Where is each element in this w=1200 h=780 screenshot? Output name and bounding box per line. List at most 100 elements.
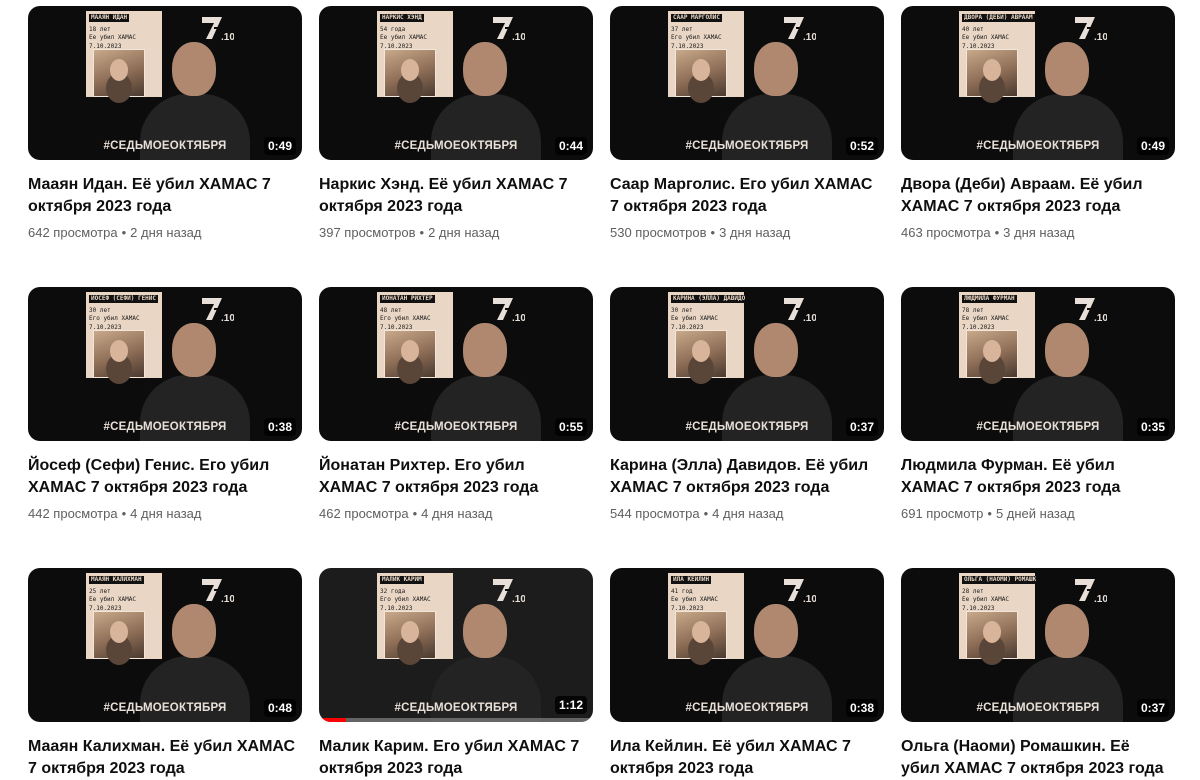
video-card[interactable]: СААР МАРГОЛИС 37 лет Его убил ХАМАС 7.10…	[610, 6, 884, 242]
svg-text:.10: .10	[221, 594, 234, 604]
upload-age: 2 дня назад	[130, 225, 202, 240]
victim-name: ИЛА КЕЙЛИН	[671, 576, 712, 585]
video-thumbnail[interactable]: ЙОНАТАН РИХТЕР 48 лет Его убил ХАМАС 7.1…	[319, 287, 593, 441]
video-card[interactable]: ИЛА КЕЙЛИН 41 год Ее убил ХАМАС 7.10.202…	[610, 568, 884, 780]
victim-photo	[93, 49, 145, 97]
victim-age: 25 лет	[89, 587, 111, 595]
view-count: 462 просмотра	[319, 506, 409, 521]
victim-photo	[675, 330, 727, 378]
victim-photo	[384, 330, 436, 378]
video-title[interactable]: Саар Марголис. Его убил ХАМАС 7 октября …	[610, 174, 878, 218]
meta-separator: •	[987, 506, 992, 521]
channel-logo-icon: .10	[493, 579, 525, 604]
watch-progress-bar	[319, 718, 593, 722]
duration-badge: 0:52	[845, 137, 878, 155]
video-thumbnail[interactable]: ОЛЬГА (НАОМИ) РОМАШКИН 28 лет Ее убил ХА…	[901, 568, 1175, 722]
duration-badge: 0:38	[845, 699, 878, 717]
upload-age: 3 дня назад	[1003, 225, 1075, 240]
victim-age: 30 лет	[671, 306, 693, 314]
video-meta: 642 просмотра • 2 дня назад	[28, 224, 302, 242]
svg-text:.10: .10	[512, 32, 525, 42]
victim-age: 28 лет	[962, 587, 984, 595]
video-title[interactable]: Йонатан Рихтер. Его убил ХАМАС 7 октября…	[319, 455, 587, 499]
video-title[interactable]: Ила Кейлин. Её убил ХАМАС 7 октября 2023…	[610, 736, 878, 780]
video-meta: 544 просмотра • 4 дня назад	[610, 505, 884, 523]
upload-age: 4 дня назад	[130, 506, 202, 521]
video-thumbnail[interactable]: ИЛА КЕЙЛИН 41 год Ее убил ХАМАС 7.10.202…	[610, 568, 884, 722]
video-card[interactable]: МАЛИК КАРИМ 32 года Его убил ХАМАС 7.10.…	[319, 568, 593, 780]
hashtag-overlay: #СЕДЬМОЕОКТЯБРЯ	[976, 421, 1100, 433]
channel-logo-icon: .10	[784, 298, 816, 323]
hashtag-overlay: #СЕДЬМОЕОКТЯБРЯ	[394, 140, 518, 152]
victim-age: 48 лет	[380, 306, 402, 314]
video-title[interactable]: Мааян Идан. Её убил ХАМАС 7 октября 2023…	[28, 174, 296, 218]
video-title[interactable]: Малик Карим. Его убил ХАМАС 7 октября 20…	[319, 736, 587, 780]
victim-name: НАРКИС ХЭНД	[380, 14, 424, 23]
upload-age: 2 дня назад	[428, 225, 500, 240]
duration-badge: 0:37	[1136, 699, 1169, 717]
svg-text:.10: .10	[803, 594, 816, 604]
video-card[interactable]: ОЛЬГА (НАОМИ) РОМАШКИН 28 лет Ее убил ХА…	[901, 568, 1175, 780]
victim-name: СААР МАРГОЛИС	[671, 14, 722, 23]
victim-photo	[384, 49, 436, 97]
victim-name: КАРИНА (ЭЛЛА) ДАВИДОВ	[671, 295, 745, 304]
video-title[interactable]: Мааян Калихман. Её убил ХАМАС 7 октября …	[28, 736, 296, 780]
video-card[interactable]: ЙОСЕФ (СЕФИ) ГЕНИС 30 лет Его убил ХАМАС…	[28, 287, 302, 523]
victim-photo	[966, 330, 1018, 378]
meta-separator: •	[412, 506, 418, 521]
video-card[interactable]: ДВОРА (ДЕБИ) АВРААМ 40 лет Ее убил ХАМАС…	[901, 6, 1175, 242]
duration-badge: 0:44	[554, 137, 587, 155]
video-meta: 397 просмотров • 2 дня назад	[319, 224, 593, 242]
video-thumbnail[interactable]: НАРКИС ХЭНД 54 года Ее убил ХАМАС 7.10.2…	[319, 6, 593, 160]
upload-age: 4 дня назад	[712, 506, 784, 521]
video-thumbnail[interactable]: ЛЮДМИЛА ФУРМАН 78 лет Ее убил ХАМАС 7.10…	[901, 287, 1175, 441]
video-thumbnail[interactable]: МААЯН КАЛИХМАН 25 лет Ее убил ХАМАС 7.10…	[28, 568, 302, 722]
video-card[interactable]: ЛЮДМИЛА ФУРМАН 78 лет Ее убил ХАМАС 7.10…	[901, 287, 1175, 523]
video-title[interactable]: Двора (Деби) Авраам. Её убил ХАМАС 7 окт…	[901, 174, 1169, 218]
view-count: 463 просмотра	[901, 225, 991, 240]
victim-photo	[675, 611, 727, 659]
channel-logo-icon: .10	[202, 17, 234, 42]
duration-badge: 0:37	[845, 418, 878, 436]
duration-badge: 0:38	[263, 418, 296, 436]
video-thumbnail[interactable]: СААР МАРГОЛИС 37 лет Его убил ХАМАС 7.10…	[610, 6, 884, 160]
hashtag-overlay: #СЕДЬМОЕОКТЯБРЯ	[103, 140, 227, 152]
video-title[interactable]: Йосеф (Сефи) Генис. Его убил ХАМАС 7 окт…	[28, 455, 296, 499]
video-thumbnail[interactable]: КАРИНА (ЭЛЛА) ДАВИДОВ 30 лет Ее убил ХАМ…	[610, 287, 884, 441]
upload-age: 5 дней назад	[995, 506, 1075, 521]
video-title[interactable]: Ольга (Наоми) Ромашкин. Её убил ХАМАС 7 …	[901, 736, 1169, 780]
channel-logo-icon: .10	[493, 17, 525, 42]
video-thumbnail[interactable]: ДВОРА (ДЕБИ) АВРААМ 40 лет Ее убил ХАМАС…	[901, 6, 1175, 160]
video-card[interactable]: ЙОНАТАН РИХТЕР 48 лет Его убил ХАМАС 7.1…	[319, 287, 593, 523]
victim-photo	[384, 611, 436, 659]
victim-age: 41 год	[671, 587, 693, 595]
video-title[interactable]: Карина (Элла) Давидов. Её убил ХАМАС 7 о…	[610, 455, 878, 499]
video-title[interactable]: Наркис Хэнд. Её убил ХАМАС 7 октября 202…	[319, 174, 587, 218]
video-card[interactable]: МААЯН КАЛИХМАН 25 лет Ее убил ХАМАС 7.10…	[28, 568, 302, 780]
victim-name: ЙОНАТАН РИХТЕР	[380, 295, 435, 304]
video-meta: 462 просмотра • 4 дня назад	[319, 505, 593, 523]
hashtag-overlay: #СЕДЬМОЕОКТЯБРЯ	[685, 140, 809, 152]
meta-separator: •	[419, 225, 425, 240]
svg-text:.10: .10	[1094, 313, 1107, 323]
channel-logo-icon: .10	[202, 298, 234, 323]
svg-text:.10: .10	[1094, 594, 1107, 604]
video-title[interactable]: Людмила Фурман. Её убил ХАМАС 7 октября …	[901, 455, 1169, 499]
video-thumbnail[interactable]: МАЛИК КАРИМ 32 года Его убил ХАМАС 7.10.…	[319, 568, 593, 722]
view-count: 642 просмотра	[28, 225, 118, 240]
video-card[interactable]: КАРИНА (ЭЛЛА) ДАВИДОВ 30 лет Ее убил ХАМ…	[610, 287, 884, 523]
hashtag-overlay: #СЕДЬМОЕОКТЯБРЯ	[685, 421, 809, 433]
upload-age: 3 дня назад	[719, 225, 791, 240]
video-thumbnail[interactable]: ЙОСЕФ (СЕФИ) ГЕНИС 30 лет Его убил ХАМАС…	[28, 287, 302, 441]
svg-text:.10: .10	[803, 313, 816, 323]
channel-logo-icon: .10	[1075, 579, 1107, 604]
meta-separator: •	[994, 225, 1000, 240]
video-thumbnail[interactable]: МААЯН ИДАН 18 лет Ее убил ХАМАС 7.10.202…	[28, 6, 302, 160]
hashtag-overlay: #СЕДЬМОЕОКТЯБРЯ	[394, 702, 518, 714]
meta-separator: •	[121, 506, 127, 521]
view-count: 691 просмотр	[901, 506, 984, 521]
channel-logo-icon: .10	[202, 579, 234, 604]
video-card[interactable]: МААЯН ИДАН 18 лет Ее убил ХАМАС 7.10.202…	[28, 6, 302, 242]
video-card[interactable]: НАРКИС ХЭНД 54 года Ее убил ХАМАС 7.10.2…	[319, 6, 593, 242]
victim-age: 78 лет	[962, 306, 984, 314]
